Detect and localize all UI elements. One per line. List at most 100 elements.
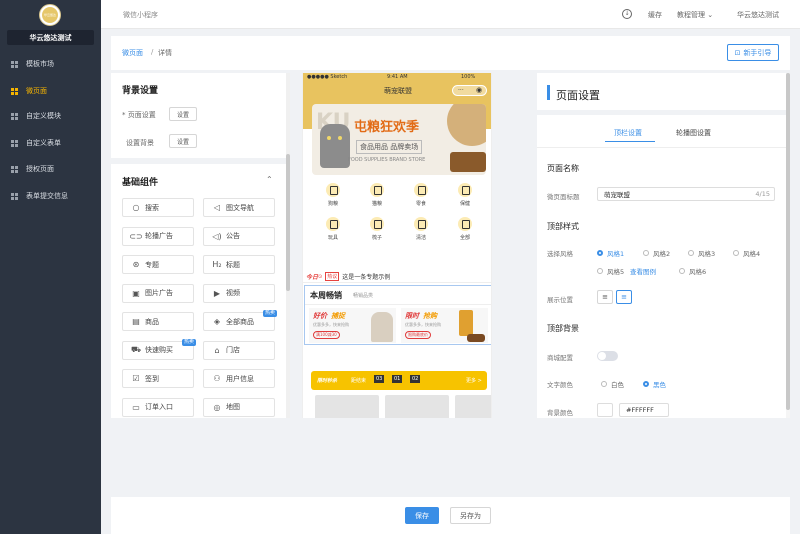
category-item[interactable]: 玩具 xyxy=(318,217,348,241)
flash-more[interactable]: 更多 > xyxy=(466,377,482,384)
settings-panel: 页面设置 顶栏设置 轮播图设置 页面名称 微页面标题 萌宠联盟 4/15 顶部样… xyxy=(537,73,790,418)
component-panel: 背景设置 * 页面设置 设置 设置背景 设置 基础组件 ⌃ ○ 搜索 ◁ 图文导航 ⊂⊃… xyxy=(111,73,287,418)
component-item[interactable]: H₂ 标题 xyxy=(203,255,275,274)
category-item[interactable]: 保健 xyxy=(450,183,480,207)
component-item[interactable]: ◈ 全部商品 热卖 xyxy=(203,310,277,331)
sidebar-item-auth-page[interactable]: 授权页面 xyxy=(0,162,101,176)
banner-image[interactable]: KU 屯粮狂欢季 食品用品 品牌卖场 FOOD SUPPLIES BRAND S… xyxy=(312,104,486,175)
promo-card-1[interactable]: 好价 捕捉 优惠多多，快来抢购 满100减30 xyxy=(309,308,396,343)
component-item[interactable]: ◎ 地图 xyxy=(203,397,275,417)
category-item[interactable]: 猫粮 xyxy=(362,183,392,207)
tab-top-bar[interactable]: 顶栏设置 xyxy=(614,128,642,138)
right-scrollbar-thumb[interactable] xyxy=(786,73,790,410)
component-item[interactable]: ◁) 公告 xyxy=(203,226,275,246)
align-left-icon[interactable]: ≡ xyxy=(597,290,613,304)
component-item[interactable]: ▶ 视频 xyxy=(203,283,275,303)
page-setting-button[interactable]: 设置 xyxy=(169,107,197,121)
component-label: 图文导航 xyxy=(226,203,254,212)
sidebar-item-micro-page[interactable]: 微页面 xyxy=(0,84,101,98)
store-config-label: 商城配置 xyxy=(547,354,573,362)
product-placeholder[interactable] xyxy=(455,395,491,418)
text-black-radio[interactable]: 黑色 xyxy=(643,379,666,389)
category-item[interactable]: 清洁 xyxy=(406,217,436,241)
component-label: 门店 xyxy=(226,346,240,354)
align-center-icon[interactable]: ≡ xyxy=(616,290,632,304)
style-5-label: 风格5 xyxy=(607,268,625,276)
component-item[interactable]: ⛟ 快速购买 热卖 xyxy=(122,338,196,360)
flash-sale-bar[interactable]: 限时秒杀 距结束 03 01 02 更多 > xyxy=(311,371,487,390)
tab-carousel[interactable]: 轮播图设置 xyxy=(676,128,711,138)
text-white-label: 白色 xyxy=(611,381,624,389)
component-label: 搜索 xyxy=(145,203,159,212)
left-scrollbar-thumb[interactable] xyxy=(286,154,290,291)
bg-color-swatch[interactable] xyxy=(597,403,613,417)
user-menu[interactable]: 华云悠达测试 xyxy=(737,10,779,20)
component-label: 轮播广告 xyxy=(145,232,173,240)
category-item[interactable]: 零食 xyxy=(406,183,436,207)
component-item[interactable]: ○ 搜索 xyxy=(122,198,194,217)
sidebar-item-form-submissions[interactable]: 表单提交信息 xyxy=(0,189,101,203)
product-placeholder[interactable] xyxy=(315,395,379,418)
bg-color-input[interactable]: #FFFFFF xyxy=(619,403,669,417)
component-item[interactable]: ▤ 商品 xyxy=(122,312,194,331)
right-scrollbar[interactable] xyxy=(786,73,790,418)
promo-card-2[interactable]: 限时 抢购 优惠多多，快来抢购 限购最底价 xyxy=(401,308,488,343)
footer-bar: 保存 另存为 xyxy=(111,497,790,534)
page-bg-button[interactable]: 设置 xyxy=(169,134,197,148)
page-title-input[interactable]: 萌宠联盟 4/15 xyxy=(597,187,775,201)
component-item[interactable]: ⚇ 用户信息 xyxy=(203,369,275,388)
category-label: 狗粮 xyxy=(327,201,338,207)
component-item[interactable]: ▣ 图片广告 xyxy=(122,283,194,303)
cache-link[interactable]: 缓存 xyxy=(648,10,662,20)
category-item[interactable]: 梳子 xyxy=(362,217,392,241)
category-item[interactable]: 全部 xyxy=(450,217,480,241)
active-tab-indicator xyxy=(605,141,655,142)
style-2-radio[interactable]: 风格2 xyxy=(643,248,670,258)
flash-hours: 03 xyxy=(374,375,385,383)
collapse-icon[interactable]: ⌃ xyxy=(266,175,273,184)
promo1-desc: 优惠多多，快来抢购 xyxy=(313,322,349,327)
banner-english: FOOD SUPPLIES BRAND STORE xyxy=(348,157,426,163)
text-white-radio[interactable]: 白色 xyxy=(601,379,624,389)
component-item[interactable]: ⌂ 门店 xyxy=(203,340,275,360)
notice-clock-icon: ⊙ xyxy=(318,273,323,280)
hot-sales-section[interactable]: 本周畅销 畅销品类 好价 捕捉 优惠多多，快来抢购 满100减30 限时 抢购 … xyxy=(304,285,491,345)
sidebar-item-custom-form[interactable]: 自定义表单 xyxy=(0,136,101,150)
user-name: 华云悠达测试 xyxy=(737,11,779,19)
view-example-link[interactable]: 查看图例 xyxy=(630,266,656,276)
sidebar-item-template-market[interactable]: 模板市场 xyxy=(0,57,101,71)
component-label: 地图 xyxy=(226,403,240,411)
capsule-icon: ··· ◉ xyxy=(452,85,487,96)
phone-nav-bar: 萌宠联盟 ··· ◉ xyxy=(303,82,491,99)
breadcrumb-parent[interactable]: 微页面 xyxy=(122,48,143,58)
component-item[interactable]: ⊂⊃ 轮播广告 xyxy=(122,226,194,246)
tutorial-menu[interactable]: 教程管理 ⌄ xyxy=(677,10,713,20)
category-item[interactable]: 狗粮 xyxy=(318,183,348,207)
guide-button[interactable]: ⊡ 新手引导 xyxy=(727,44,779,61)
store-config-toggle[interactable] xyxy=(597,351,618,361)
grid-icon xyxy=(11,112,18,120)
style-6-radio[interactable]: 风格6 xyxy=(679,266,706,276)
component-icon: ⛟ xyxy=(130,345,142,354)
save-button[interactable]: 保存 xyxy=(405,507,439,524)
left-scrollbar[interactable] xyxy=(286,73,290,418)
download-icon[interactable]: ↓ xyxy=(622,9,632,19)
save-as-button[interactable]: 另存为 xyxy=(450,507,491,524)
component-label: 标题 xyxy=(226,260,240,269)
style-5-radio[interactable]: 风格5 xyxy=(597,266,624,276)
page-title-value: 萌宠联盟 xyxy=(604,191,630,199)
notice-bar[interactable]: 今日 ⊙ 热议 这是一条专题示例 xyxy=(303,271,491,283)
style-3-radio[interactable]: 风格3 xyxy=(688,248,715,258)
component-item[interactable]: ▭ 订单入口 xyxy=(122,397,194,417)
accent-bar xyxy=(547,85,550,100)
shop-name[interactable]: 华云悠达测试 xyxy=(7,30,94,45)
component-item[interactable]: ◁ 图文导航 xyxy=(203,198,275,217)
style-4-radio[interactable]: 风格4 xyxy=(733,248,760,258)
product-placeholder[interactable] xyxy=(385,395,449,418)
page-setting-label: * 页面设置 xyxy=(122,111,156,119)
sidebar-item-custom-module[interactable]: 自定义模块 xyxy=(0,109,101,123)
component-item[interactable]: ☑ 签到 xyxy=(122,369,194,388)
style-1-radio[interactable]: 风格1 xyxy=(597,248,624,258)
component-item[interactable]: ⊛ 专题 xyxy=(122,255,194,274)
promo1-tag: 满100减30 xyxy=(313,331,340,339)
